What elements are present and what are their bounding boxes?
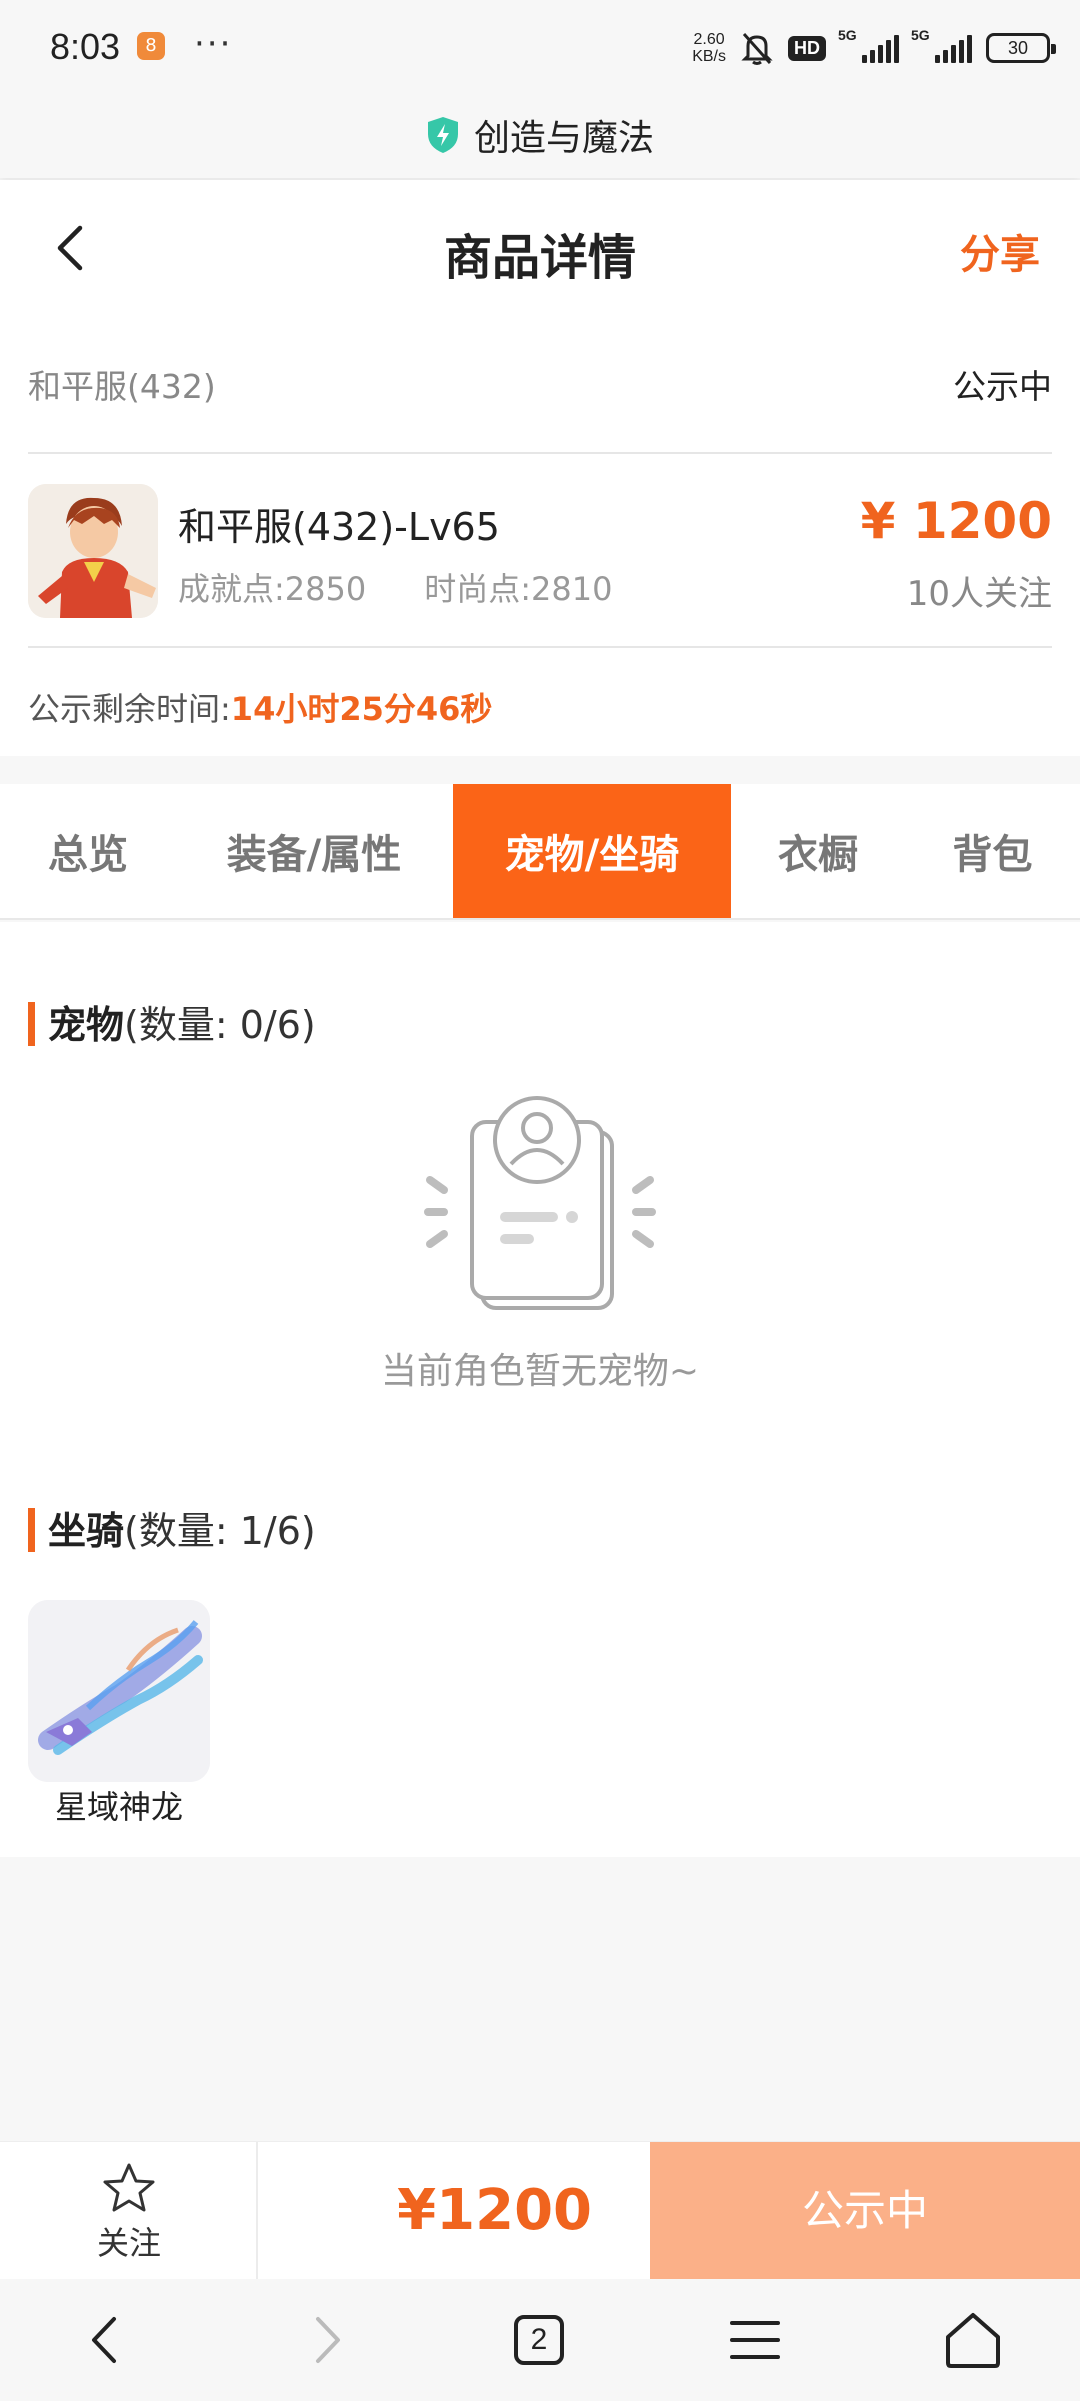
mount-name: 星域神龙 [54,1788,183,1826]
publicity-status-button[interactable]: 公示中 [650,2142,1080,2280]
tab-count: 2 [530,2323,548,2356]
network-speed-value: 2.60 [693,31,725,48]
mount-image[interactable] [28,1600,210,1782]
server-row: 和平服(432) 公示中 [28,356,1052,406]
miniprogram-name: 创造与魔法 [473,118,654,159]
follow-label: 关注 [96,2224,161,2262]
page-title: 商品详情 [443,230,636,286]
status-bar: 8:03 8 ··· 2.60 KB/s HD 5G 5G 30 [0,0,1080,92]
miniprogram-title-bar: 创造与魔法 [0,92,1080,178]
pets-mounts-panel: 宠物(数量: 0/6) 当前角色暂无宠物~ 坐骑(数量: 1/6) 星域神龙 [0,922,1080,1857]
signal-icon: 5G [838,27,899,63]
clock: 8:03 [50,26,121,67]
mute-bell-icon [741,32,773,65]
pets-empty-text: 当前角色暂无宠物~ [380,1351,700,1392]
shield-bolt-icon [427,117,458,153]
product-card: 和平服(432) 公示中 和平服(432)-Lv65 成就点:2850 时尚点:2… [0,316,1080,756]
fashion-points: 时尚点:2810 [424,570,613,608]
achievement-points: 成就点:2850 [178,570,367,608]
mounts-count: (数量: 1/6) [124,1509,316,1553]
detail-tabs: 总览 装备/属性 宠物/坐骑 衣橱 背包 [0,784,1080,920]
product-price: ¥ 1200 [860,492,1052,550]
notification-app-icon: 8 [137,32,165,60]
divider [28,646,1052,648]
server-name: 和平服(432) [28,367,216,406]
star-icon [103,2163,155,2212]
countdown-label: 公示剩余时间: [28,690,231,728]
empty-profile-card-icon [424,1096,656,1310]
divider [28,452,1052,454]
product-name: 和平服(432)-Lv65 [178,505,500,549]
tab-backpack[interactable]: 背包 [905,784,1080,918]
tab-pets-mounts[interactable]: 宠物/坐骑 [453,784,731,918]
follow-button[interactable]: 关注 [0,2142,258,2280]
tabs-button[interactable]: 2 [508,2309,570,2371]
bottom-action-bar: 关注 ¥1200 公示中 [0,2141,1080,2280]
tab-overview[interactable]: 总览 [0,784,176,918]
tab-wardrobe[interactable]: 衣橱 [731,784,905,918]
share-button[interactable]: 分享 [960,222,1040,280]
status-icons: 2.60 KB/s HD 5G 5G 30 [692,27,1056,68]
signal-icon: 5G [911,27,972,63]
character-avatar[interactable] [28,484,158,618]
pets-title: 宠物 [48,1003,125,1047]
page-header: 商品详情 分享 [0,180,1080,316]
hd-icon: HD [788,35,826,61]
battery-icon: 30 [986,33,1056,63]
mounts-title: 坐骑 [48,1509,125,1553]
mounts-section-title: 坐骑(数量: 1/6) [28,1500,316,1555]
watcher-count: 10人关注 [906,574,1052,614]
home-icon[interactable] [942,2309,1004,2371]
browser-navigation-bar: 2 [0,2279,1080,2401]
countdown-value: 14小时25分46秒 [230,690,493,728]
listing-status: 公示中 [953,367,1052,406]
pets-count: (数量: 0/6) [124,1003,316,1047]
pets-section-title: 宠物(数量: 0/6) [28,994,316,1049]
back-icon[interactable] [74,2309,136,2371]
forward-icon[interactable] [296,2309,358,2371]
product-stats: 成就点:2850 时尚点:2810 [178,564,612,610]
tab-equipment[interactable]: 装备/属性 [176,784,452,918]
menu-icon[interactable] [724,2309,786,2371]
bottom-price: ¥1200 [397,2178,592,2243]
network-speed: 2.60 KB/s [692,31,726,65]
more-notifications-icon: ··· [194,24,233,64]
network-speed-unit: KB/s [692,48,726,65]
publicity-countdown: 公示剩余时间:14小时25分46秒 [28,684,492,730]
